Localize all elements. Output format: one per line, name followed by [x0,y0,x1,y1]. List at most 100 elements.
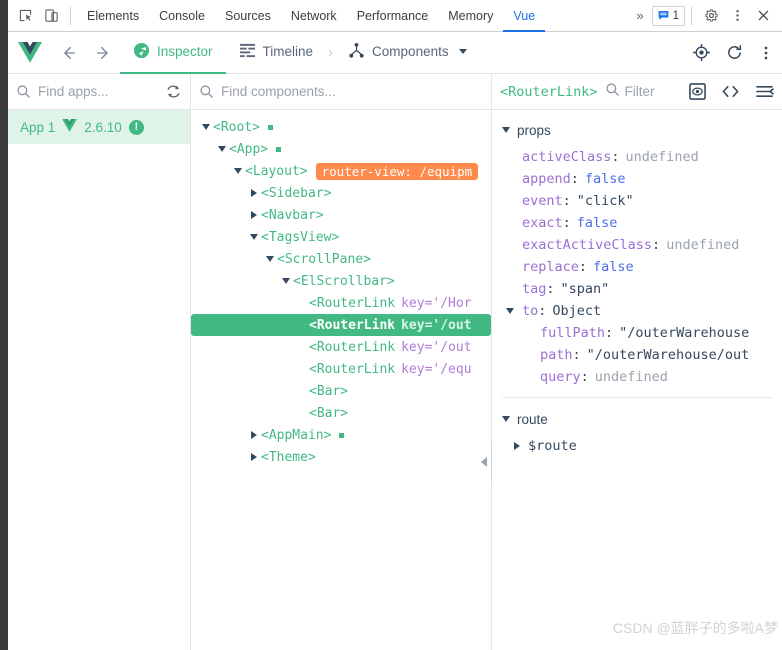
prop-row[interactable]: query: undefined [492,366,782,388]
tree-row[interactable]: <ScrollPane> [191,248,491,270]
detail-filter-wrap [605,82,678,102]
chevron-down-icon[interactable] [458,49,467,54]
tree-row[interactable]: <Sidebar> [191,182,491,204]
prop-key: event [522,193,563,209]
tab-sources[interactable]: Sources [215,0,281,32]
refresh-icon[interactable] [725,43,744,62]
section-header-route[interactable]: route [492,407,782,431]
gear-icon[interactable] [698,4,724,28]
kebab-menu-icon[interactable] [758,45,774,61]
message-count-badge[interactable]: 1 [651,5,685,26]
component-tag-name: <Bar> [309,383,349,399]
tree-row[interactable]: <AppMain> [191,424,491,446]
tree-row[interactable]: <App> [191,138,491,160]
caret-down-icon[interactable] [247,234,261,240]
prop-row[interactable]: replace: false [492,256,782,278]
tree-row[interactable]: <Root> [191,116,491,138]
filter-state-input[interactable] [624,84,678,99]
tree-row[interactable]: <Bar> [191,380,491,402]
prop-colon: : [538,303,547,319]
tab-console[interactable]: Console [149,0,215,32]
component-tag-name: <ScrollPane> [277,251,371,267]
prop-row[interactable]: fullPath: "/outerWarehouse [492,322,782,344]
caret-right-icon[interactable] [247,431,261,439]
caret-down-icon[interactable] [263,256,277,262]
collapse-left-arrow-icon[interactable] [480,442,492,482]
component-tag-name: <RouterLink [309,361,396,377]
chevron-down-icon[interactable] [506,308,522,314]
collapse-all-icon[interactable] [755,83,774,100]
prop-key: query [540,369,581,385]
component-tag-name: <ElScrollbar> [293,273,395,289]
prop-key: exactActiveClass [522,237,653,253]
chevron-down-icon [502,127,510,133]
devtools-bar-right: » 1 [628,4,782,28]
tree-row[interactable]: <TagsView> [191,226,491,248]
prop-key: path [540,347,573,363]
device-toolbar-icon[interactable] [38,4,64,28]
find-components-input[interactable] [221,84,483,99]
kebab-menu-icon[interactable] [724,4,750,28]
prop-value: undefined [625,149,699,165]
tree-row[interactable]: <Bar> [191,402,491,424]
tab-inspector-label: Inspector [157,44,213,59]
apps-panel: App 1 2.6.10 ! [8,74,191,650]
component-detail-panel: <RouterLink> Filter props activeClass: … [492,74,782,650]
app-version: 2.6.10 [84,119,122,135]
app-list-item[interactable]: App 1 2.6.10 ! [8,110,190,144]
caret-down-icon[interactable] [215,146,229,152]
tab-memory[interactable]: Memory [438,0,503,32]
detail-content: props activeClass: undefined append: false e… [492,110,782,650]
prop-row[interactable]: event: "click" [492,190,782,212]
prop-row[interactable]: append: false [492,168,782,190]
caret-right-icon[interactable] [247,189,261,197]
inspect-element-icon[interactable] [12,4,38,28]
prop-row[interactable]: to: Object [492,300,782,322]
tab-vue[interactable]: Vue [503,0,546,32]
tree-row[interactable]: <Navbar> [191,204,491,226]
prop-row[interactable]: exact: false [492,212,782,234]
caret-down-icon[interactable] [279,278,293,284]
arrow-left-icon[interactable] [52,32,86,74]
tab-components[interactable]: Components [335,32,480,74]
refresh-apps-icon[interactable] [165,83,182,100]
close-icon[interactable] [750,4,776,28]
prop-row[interactable]: tag: "span" [492,278,782,300]
detail-header: <RouterLink> [492,74,782,110]
tree-row[interactable]: <Layout> router-view: /equipm [191,160,491,182]
inspect-dom-icon[interactable] [689,83,706,100]
tab-inspector[interactable]: Inspector [120,32,226,74]
prop-row[interactable]: exactActiveClass: undefined [492,234,782,256]
prop-row[interactable]: path: "/outerWarehouse/out [492,344,782,366]
prop-row[interactable]: activeClass: undefined [492,146,782,168]
caret-down-icon[interactable] [199,124,213,130]
toolbar-separator: › [328,44,334,61]
tab-elements[interactable]: Elements [77,0,149,32]
tree-row[interactable]: <RouterLink key='/out [191,314,491,336]
tree-row[interactable]: <ElScrollbar> [191,270,491,292]
open-in-editor-icon[interactable] [721,83,740,100]
find-apps-input[interactable] [38,84,158,99]
more-tabs-chevron-icon[interactable]: » [628,8,651,23]
component-tree-panel: <Root><App><Layout>router-view: /equipm<… [191,74,492,650]
arrow-right-icon[interactable] [86,32,120,74]
route-item-$route[interactable]: $route [492,435,782,457]
chevron-down-icon [502,416,510,422]
tree-row[interactable]: <RouterLink key='/out [191,336,491,358]
apps-search-row [8,74,190,110]
tab-network[interactable]: Network [281,0,347,32]
component-tag-name: <Navbar> [261,207,324,223]
tab-timeline[interactable]: Timeline [226,32,327,74]
prop-colon: : [580,369,589,385]
vue-devtools-toolbar: Inspector Timeline › Components [8,32,782,74]
component-key-attribute: key='/equ [401,361,472,377]
caret-right-icon[interactable] [247,453,261,461]
tree-row[interactable]: <Theme> [191,446,491,468]
tree-row[interactable]: <RouterLink key='/Hor [191,292,491,314]
caret-right-icon[interactable] [247,211,261,219]
tab-performance[interactable]: Performance [347,0,439,32]
tree-row[interactable]: <RouterLink key='/equ [191,358,491,380]
section-header-props[interactable]: props [492,118,782,142]
select-component-target-icon[interactable] [692,43,711,62]
caret-down-icon[interactable] [231,168,245,174]
